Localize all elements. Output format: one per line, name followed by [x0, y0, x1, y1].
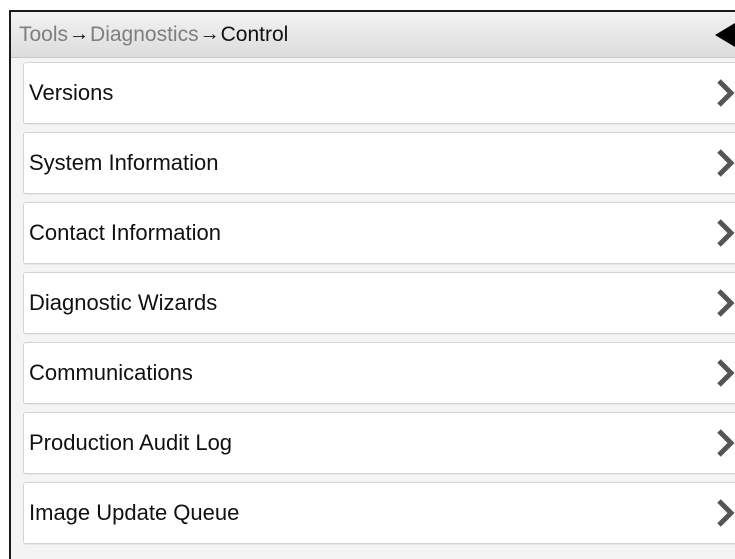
breadcrumb-item-control: Control: [220, 22, 289, 46]
menu-item-label: Production Audit Log: [29, 430, 233, 455]
window-frame: Tools → Diagnostics → Control Versions S…: [9, 10, 735, 559]
chevron-right-icon: [709, 355, 735, 391]
title-bar: Tools → Diagnostics → Control: [11, 12, 735, 58]
menu-list: Versions System Information Contact Info…: [11, 58, 735, 544]
menu-item-system-information[interactable]: System Information: [23, 132, 735, 194]
breadcrumb: Tools → Diagnostics → Control: [19, 23, 288, 47]
chevron-right-icon: [709, 75, 735, 111]
chevron-right-icon: [709, 285, 735, 321]
breadcrumb-arrow-icon: →: [199, 23, 220, 45]
menu-item-label: System Information: [29, 150, 219, 175]
menu-item-contact-information[interactable]: Contact Information: [23, 202, 735, 264]
menu-item-label: Image Update Queue: [29, 500, 240, 525]
menu-item-label: Communications: [29, 360, 193, 385]
back-button[interactable]: [705, 15, 735, 55]
back-triangle-icon: [715, 22, 735, 47]
menu-item-versions[interactable]: Versions: [23, 62, 735, 124]
menu-item-image-update-queue[interactable]: Image Update Queue: [23, 482, 735, 544]
menu-item-production-audit-log[interactable]: Production Audit Log: [23, 412, 735, 474]
chevron-right-icon: [709, 495, 735, 531]
breadcrumb-item-diagnostics[interactable]: Diagnostics: [90, 23, 199, 47]
chevron-right-icon: [709, 145, 735, 181]
menu-item-communications[interactable]: Communications: [23, 342, 735, 404]
breadcrumb-item-tools[interactable]: Tools: [19, 23, 68, 47]
menu-item-diagnostic-wizards[interactable]: Diagnostic Wizards: [23, 272, 735, 334]
menu-item-label: Diagnostic Wizards: [29, 290, 218, 315]
breadcrumb-arrow-icon: →: [69, 23, 90, 45]
menu-item-label: Versions: [29, 80, 114, 105]
chevron-right-icon: [709, 215, 735, 251]
chevron-right-icon: [709, 425, 735, 461]
menu-item-label: Contact Information: [29, 220, 221, 245]
